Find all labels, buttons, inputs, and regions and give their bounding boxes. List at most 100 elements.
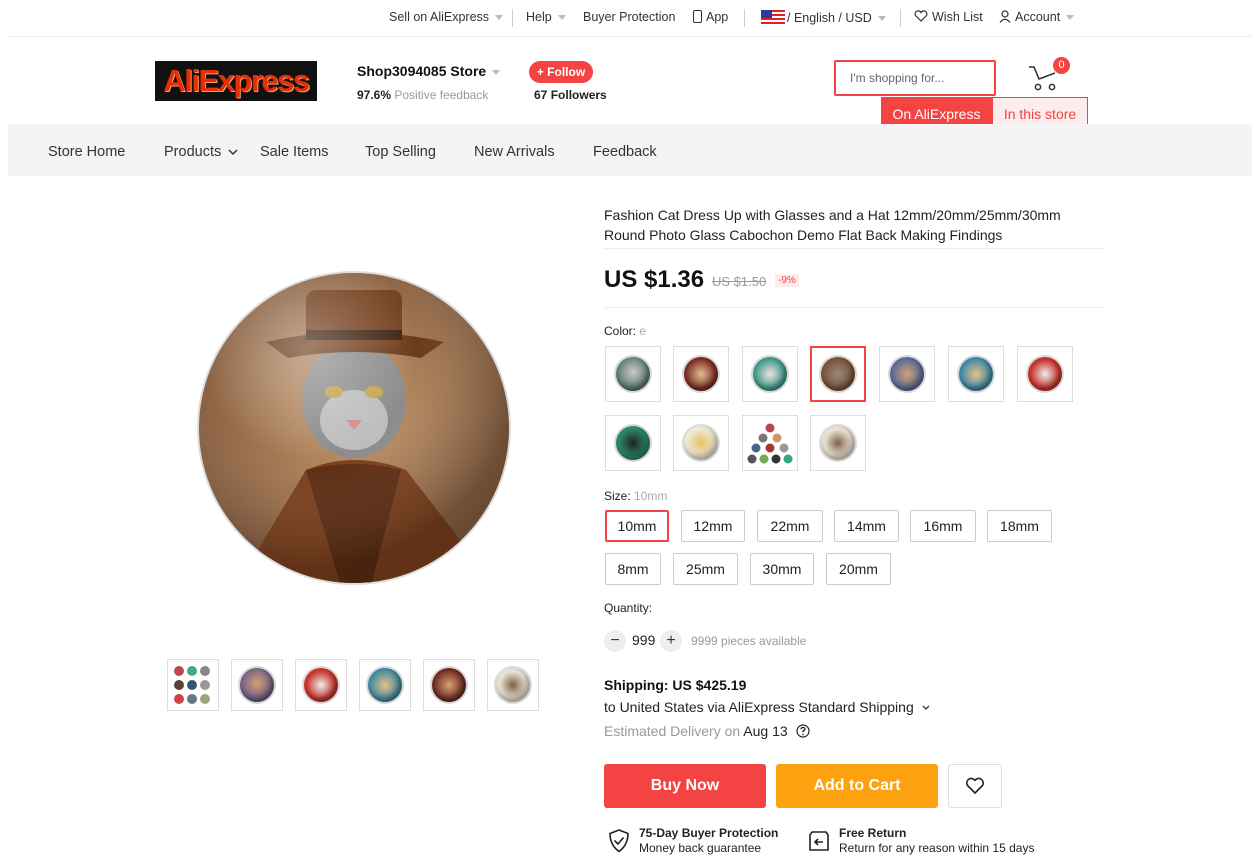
color-swatch-6[interactable] [948,346,1004,402]
color-swatch-3[interactable] [742,346,798,402]
shipping-method-selector[interactable]: to United States via AliExpress Standard… [604,699,930,715]
feedback-label: Positive feedback [394,88,489,102]
size-option-14mm[interactable]: 14mm [834,510,899,542]
free-return-info: Free Return Return for any reason within … [808,826,1034,856]
color-swatch-10[interactable] [742,415,798,471]
selected-color-value: e [639,324,647,338]
return-icon [809,831,829,851]
help-icon[interactable] [795,724,810,738]
size-option-18mm[interactable]: 18mm [987,510,1052,542]
swatch-image [616,357,650,391]
size-option-12mm[interactable]: 12mm [681,510,745,542]
size-option-25mm[interactable]: 25mm [673,553,738,585]
chevron-down-icon [557,15,566,21]
language-currency-selector[interactable]: / English / USD [761,10,886,25]
product-price: US $1.36 [604,266,705,293]
thumbnail-5[interactable] [423,659,475,711]
delivery-date: Aug 13 [743,723,788,739]
add-to-wishlist-button[interactable] [948,764,1002,808]
quantity-input[interactable]: 999 [632,632,655,648]
store-nav: Store Home Products Sale Items Top Selli… [8,124,1252,176]
nav-products[interactable]: Products [164,144,238,160]
color-swatch-11[interactable] [810,415,866,471]
chevron-down-icon [1066,15,1075,21]
followers-count: 67 Followers [534,88,607,102]
size-option-10mm[interactable]: 10mm [605,510,669,542]
cart-count-badge: 0 [1053,57,1070,74]
wish-list-label: Wish List [932,10,983,24]
chevron-down-icon [228,149,238,156]
protection-subtitle: Money back guarantee [639,841,762,855]
thumbnail-3[interactable] [295,659,347,711]
chevron-down-icon [922,705,930,710]
swatch-image [821,426,855,460]
size-option-30mm[interactable]: 30mm [750,553,814,585]
aliexpress-logo[interactable]: AliExpress [155,61,317,101]
shield-check-icon [609,829,629,853]
thumbnail-image [496,668,530,702]
user-icon [999,10,1011,23]
sell-on-aliexpress-link[interactable]: Sell on AliExpress [389,10,504,24]
color-swatch-2[interactable] [673,346,729,402]
language-currency-label: / English / USD [787,11,872,25]
followers-number: 67 [534,88,548,102]
wish-list-link[interactable]: Wish List [914,10,983,24]
account-menu[interactable]: Account [999,10,1075,24]
selected-size-value: 10mm [634,489,668,503]
product-main-image[interactable] [196,270,512,586]
divider [604,307,1104,308]
swatch-image [890,357,924,391]
nav-store-home[interactable]: Store Home [48,144,125,160]
color-swatch-8[interactable] [605,415,661,471]
search-input[interactable]: I'm shopping for... [834,60,996,96]
quantity-increase-button[interactable]: + [660,630,682,652]
shipping-method-label: to United States via AliExpress Standard… [604,699,914,715]
us-flag-icon [761,10,785,25]
nav-sale-items[interactable]: Sale Items [260,144,329,160]
heart-icon [914,10,928,22]
size-option-8mm[interactable]: 8mm [605,553,661,585]
nav-feedback[interactable]: Feedback [593,144,657,160]
followers-label: Followers [550,88,607,102]
buy-now-button[interactable]: Buy Now [604,764,766,808]
thumbnail-image [174,666,210,704]
nav-products-label: Products [164,144,222,160]
product-title: Fashion Cat Dress Up with Glasses and a … [604,207,1061,243]
nav-new-arrivals[interactable]: New Arrivals [474,144,555,160]
nav-top-selling[interactable]: Top Selling [365,144,436,160]
color-swatch-1[interactable] [605,346,661,402]
help-menu[interactable]: Help [526,10,566,24]
top-bar: Sell on AliExpress Help Buyer Protection… [0,0,1252,36]
divider [512,9,513,27]
swatch-image [684,357,718,391]
thumbnail-image [368,668,402,702]
thumbnail-4[interactable] [359,659,411,711]
add-to-cart-button[interactable]: Add to Cart [776,764,938,808]
size-option-16mm[interactable]: 16mm [910,510,976,542]
app-label: App [706,10,729,24]
shipping-cost: Shipping: US $425.19 [604,677,747,693]
store-name[interactable]: Shop3094085 Store [357,63,501,79]
size-option-20mm[interactable]: 20mm [826,553,891,585]
swatch-image [959,357,993,391]
app-link[interactable]: App [693,10,728,24]
return-title: Free Return [839,826,907,840]
size-label: Size: 10mm [604,489,667,503]
logo-text: AliExpress [163,63,310,98]
thumbnail-image [240,668,274,702]
buyer-protection-link[interactable]: Buyer Protection [583,10,675,24]
thumbnail-2[interactable] [231,659,283,711]
quantity-label: Quantity: [604,601,653,615]
color-swatch-9[interactable] [673,415,729,471]
thumbnail-6[interactable] [487,659,539,711]
quantity-available: 9999 pieces available [691,634,807,648]
thumbnail-1[interactable] [167,659,219,711]
size-option-22mm[interactable]: 22mm [757,510,823,542]
store-header: AliExpress Shop3094085 Store 97.6% Posit… [8,36,1252,131]
color-swatch-4[interactable] [810,346,866,402]
feedback-percent: 97.6% [357,88,392,102]
color-swatch-5[interactable] [879,346,935,402]
color-swatch-7[interactable] [1017,346,1073,402]
quantity-decrease-button[interactable]: − [604,630,626,652]
follow-button[interactable]: + Follow [529,61,593,83]
